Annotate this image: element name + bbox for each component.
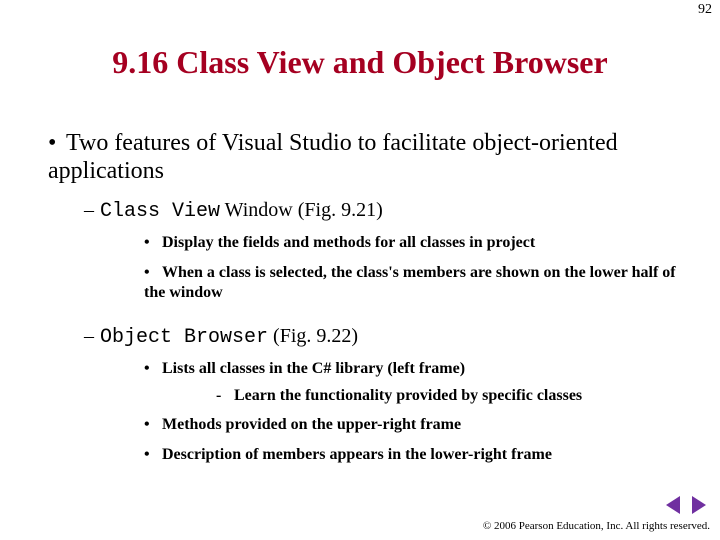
window-text-1: Window (Fig. 9.21) bbox=[220, 199, 383, 221]
code-term-class-view: Class View bbox=[100, 200, 220, 223]
window-text-2: (Fig. 9.22) bbox=[268, 325, 358, 347]
bullet-l2-object-browser: –Object Browser (Fig. 9.22) bbox=[84, 325, 680, 349]
bullet-l1: •Two features of Visual Studio to facili… bbox=[48, 130, 680, 185]
l3-text: Methods provided on the upper-right fram… bbox=[162, 416, 461, 433]
l4-text: Learn the functionality provided by spec… bbox=[234, 387, 582, 404]
slide-title: 9.16 Class View and Object Browser bbox=[0, 44, 720, 81]
next-icon[interactable] bbox=[692, 496, 706, 514]
bullet-l2-class-view: –Class View Window (Fig. 9.21) bbox=[84, 199, 680, 223]
bullet-l3: •Display the fields and methods for all … bbox=[144, 233, 680, 253]
bullet-l1-text: Two features of Visual Studio to facilit… bbox=[48, 130, 618, 184]
bullet-l3: •Lists all classes in the C# library (le… bbox=[144, 359, 680, 379]
copyright-footer: © 2006 Pearson Education, Inc. All right… bbox=[483, 520, 710, 532]
prev-icon[interactable] bbox=[666, 496, 680, 514]
slide-body: •Two features of Visual Studio to facili… bbox=[48, 130, 680, 469]
bullet-l3: •Methods provided on the upper-right fra… bbox=[144, 415, 680, 435]
bullet-l3: •Description of members appears in the l… bbox=[144, 445, 680, 465]
slide: 92 9.16 Class View and Object Browser •T… bbox=[0, 0, 720, 540]
l3-text: Lists all classes in the C# library (lef… bbox=[162, 360, 465, 377]
bullet-l3: •When a class is selected, the class's m… bbox=[144, 263, 680, 303]
l3-text: Display the fields and methods for all c… bbox=[162, 234, 535, 251]
code-term-object-browser: Object Browser bbox=[100, 326, 268, 349]
l3-text: When a class is selected, the class's me… bbox=[144, 264, 676, 301]
l3-text: Description of members appears in the lo… bbox=[162, 446, 552, 463]
page-number: 92 bbox=[698, 2, 712, 18]
bullet-l4: -Learn the functionality provided by spe… bbox=[216, 387, 680, 405]
